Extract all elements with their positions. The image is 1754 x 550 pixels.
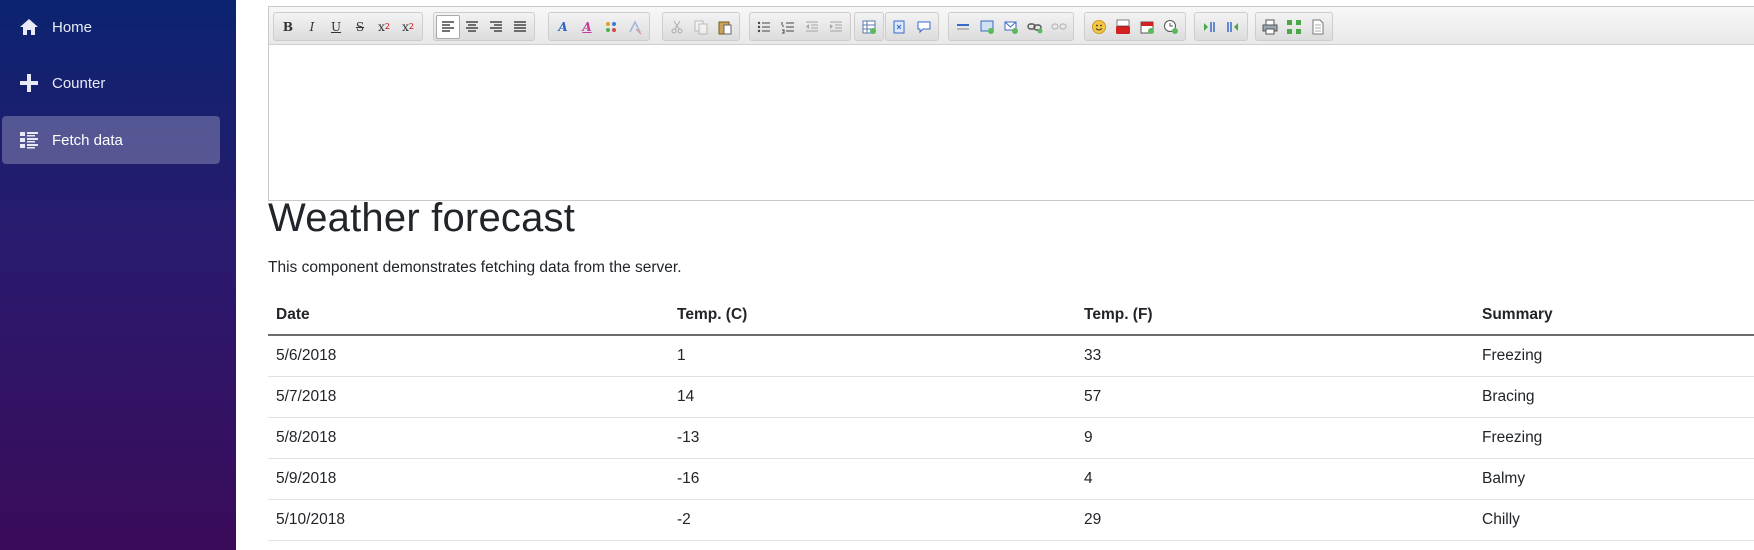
- column-header-date: Date: [268, 296, 669, 336]
- source-document-icon[interactable]: [1306, 15, 1330, 39]
- clipboard-group: [662, 12, 740, 41]
- italic-button[interactable]: I: [300, 15, 324, 39]
- table-row: 5/10/2018 -2 29 Chilly: [268, 499, 1754, 541]
- horizontal-rule-icon[interactable]: [951, 15, 975, 39]
- cell-temp-f: 9: [1076, 417, 1474, 459]
- table-header-row: Date Temp. (C) Temp. (F) Summary: [268, 296, 1754, 336]
- cell-date: 5/9/2018: [268, 458, 669, 500]
- insert-link-icon[interactable]: [1023, 15, 1047, 39]
- cell-date: 5/7/2018: [268, 376, 669, 418]
- align-left-icon[interactable]: [436, 14, 460, 39]
- cell-temp-f: 4: [1076, 458, 1474, 500]
- insert-table-icon[interactable]: [857, 15, 881, 39]
- alignment-group: [433, 12, 535, 41]
- cell-summary: Balmy: [1474, 458, 1754, 500]
- cell-temp-c: -13: [669, 417, 1076, 459]
- paste-icon[interactable]: [713, 15, 737, 39]
- nav-item-counter[interactable]: Counter: [2, 59, 220, 107]
- fullscreen-icon[interactable]: [1282, 15, 1306, 39]
- table-row: 5/9/2018 -16 4 Balmy: [268, 458, 1754, 500]
- rtl-direction-icon[interactable]: [1221, 15, 1245, 39]
- insert-table-group: [854, 12, 884, 41]
- ltr-direction-icon[interactable]: [1197, 15, 1221, 39]
- list-icon: [18, 129, 40, 151]
- align-right-icon[interactable]: [484, 15, 508, 39]
- list-group: [749, 12, 851, 41]
- bold-button[interactable]: B: [276, 15, 300, 39]
- insert-email-icon[interactable]: [999, 15, 1023, 39]
- copy-icon[interactable]: [689, 15, 713, 39]
- insert-group: [885, 12, 939, 41]
- document-group: [1255, 12, 1333, 41]
- superscript-x: x: [402, 19, 409, 34]
- cell-summary: Freezing: [1474, 417, 1754, 459]
- cell-date: 5/8/2018: [268, 417, 669, 459]
- format-group: B I U S x2 x2: [273, 12, 423, 41]
- sidebar: Home Counter Fetch data: [0, 0, 236, 550]
- subscript-mark: 2: [384, 22, 390, 31]
- cell-date: 5/10/2018: [268, 499, 669, 541]
- bullet-list-icon[interactable]: [752, 15, 776, 39]
- superscript-button[interactable]: x2: [396, 15, 420, 39]
- cut-icon[interactable]: [665, 15, 689, 39]
- cell-summary: Freezing: [1474, 335, 1754, 377]
- subscript-button[interactable]: x2: [372, 15, 396, 39]
- cell-temp-c: 14: [669, 376, 1076, 418]
- plus-icon: [18, 72, 40, 94]
- rich-text-editor: B I U S x2 x2 A A: [268, 6, 1754, 201]
- align-center-icon[interactable]: [460, 15, 484, 39]
- template-icon[interactable]: [888, 15, 912, 39]
- emoji-icon[interactable]: [1087, 15, 1111, 39]
- cell-temp-c: -2: [669, 499, 1076, 541]
- youtube-icon[interactable]: [1111, 15, 1135, 39]
- column-header-temp-f: Temp. (F): [1076, 296, 1474, 336]
- column-header-summary: Summary: [1474, 296, 1754, 336]
- cell-temp-c: 1: [669, 335, 1076, 377]
- page-description: This component demonstrates fetching dat…: [268, 259, 682, 276]
- page-title: Weather forecast: [268, 196, 576, 240]
- color-group: A A: [548, 12, 650, 41]
- cell-temp-c: -16: [669, 458, 1076, 500]
- media-group: [948, 12, 1074, 41]
- print-icon[interactable]: [1258, 15, 1282, 39]
- unlink-icon[interactable]: [1047, 15, 1071, 39]
- numbered-list-icon[interactable]: [776, 15, 800, 39]
- comment-icon[interactable]: [912, 15, 936, 39]
- nav-item-home[interactable]: Home: [2, 3, 220, 51]
- clock-icon[interactable]: [1159, 15, 1183, 39]
- calendar-icon[interactable]: [1135, 15, 1159, 39]
- nav-label: Home: [52, 18, 93, 36]
- editor-toolbar: B I U S x2 x2 A A: [269, 7, 1754, 45]
- table-row: 5/7/2018 14 57 Bracing: [268, 376, 1754, 418]
- superscript-mark: 2: [408, 22, 414, 31]
- styles-icon[interactable]: [599, 15, 623, 39]
- text-color-button[interactable]: A: [551, 15, 575, 39]
- cell-date: 5/6/2018: [268, 335, 669, 377]
- indent-icon[interactable]: [824, 15, 848, 39]
- cell-summary: Chilly: [1474, 499, 1754, 541]
- nav-label: Counter: [52, 74, 106, 92]
- cell-temp-f: 29: [1076, 499, 1474, 541]
- column-header-temp-c: Temp. (C): [669, 296, 1076, 336]
- home-icon: [18, 16, 40, 38]
- background-color-button[interactable]: A: [575, 15, 599, 39]
- special-insert-group: [1084, 12, 1186, 41]
- align-justify-icon[interactable]: [508, 15, 532, 39]
- forecast-table: Date Temp. (C) Temp. (F) Summary 5/6/201…: [268, 296, 1754, 541]
- subscript-x: x: [378, 19, 385, 34]
- outdent-icon[interactable]: [800, 15, 824, 39]
- table-row: 5/8/2018 -13 9 Freezing: [268, 417, 1754, 459]
- direction-group: [1194, 12, 1248, 41]
- strikethrough-button[interactable]: S: [348, 15, 372, 39]
- cell-temp-f: 33: [1076, 335, 1474, 377]
- table-row: 5/6/2018 1 33 Freezing: [268, 335, 1754, 377]
- cell-temp-f: 57: [1076, 376, 1474, 418]
- nav-label: Fetch data: [52, 131, 123, 149]
- clear-format-icon[interactable]: [623, 15, 647, 39]
- nav-item-fetch-data[interactable]: Fetch data: [2, 116, 220, 164]
- underline-button[interactable]: U: [324, 15, 348, 39]
- editor-content-area[interactable]: [269, 45, 1754, 200]
- insert-image-icon[interactable]: [975, 15, 999, 39]
- cell-summary: Bracing: [1474, 376, 1754, 418]
